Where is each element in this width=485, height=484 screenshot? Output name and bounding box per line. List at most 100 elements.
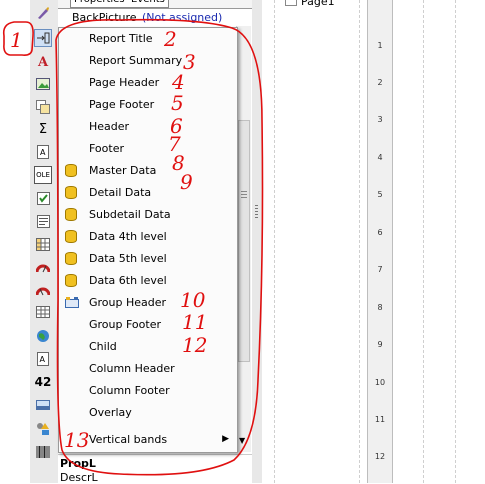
menu-item-data-6th-level[interactable]: Data 6th level <box>59 270 237 292</box>
ruler-tick: 3 <box>377 115 383 124</box>
linear-gauge-icon[interactable] <box>34 281 52 299</box>
rich-text-icon[interactable] <box>34 212 52 230</box>
menu-item-overlay[interactable]: Overlay <box>59 402 237 424</box>
menu-item-data-4th-level[interactable]: Data 4th level <box>59 226 237 248</box>
menu-item-label: Detail Data <box>89 186 152 199</box>
menu-item-label: Page Footer <box>89 98 155 111</box>
cross-tab-icon[interactable] <box>34 235 52 253</box>
menu-item-label: Data 5th level <box>89 252 167 265</box>
menu-item-label: Master Data <box>89 164 157 177</box>
menu-item-label: Report Title <box>89 32 153 45</box>
barcode-icon[interactable] <box>34 443 52 461</box>
menu-item-footer[interactable]: Footer <box>59 138 237 160</box>
ruler-tick: 6 <box>377 228 383 237</box>
tab-events[interactable]: Events <box>128 0 169 8</box>
menu-item-label: Data 4th level <box>89 230 167 243</box>
map-object-icon[interactable] <box>34 327 52 345</box>
menu-item-label: Overlay <box>89 406 132 419</box>
menu-item-header[interactable]: Header <box>59 116 237 138</box>
object-toolbar: A Σ A OLE A 42 <box>30 0 59 483</box>
description-title: PropL <box>60 457 96 470</box>
annotation-number: 9 <box>180 170 193 194</box>
subreport-icon[interactable] <box>34 98 52 116</box>
annotation-number: 1 <box>10 28 23 52</box>
menu-item-child[interactable]: Child <box>59 336 237 358</box>
scroll-down-icon[interactable]: ▼ <box>239 436 245 445</box>
database-icon <box>65 274 77 287</box>
database-icon <box>65 208 77 221</box>
annotation-number: 5 <box>171 91 184 115</box>
system-text-icon[interactable]: A <box>34 143 52 161</box>
ruler-tick: 9 <box>377 340 383 349</box>
ruler-tick: 4 <box>377 153 383 162</box>
insert-band-icon[interactable] <box>34 29 52 47</box>
menu-item-column-footer[interactable]: Column Footer <box>59 380 237 402</box>
menu-item-label: Column Header <box>89 362 175 375</box>
picture-object-icon[interactable] <box>34 75 52 93</box>
annotation-number: 12 <box>182 333 208 357</box>
annotation-number: 2 <box>164 27 177 51</box>
menu-item-label: Header <box>89 120 130 133</box>
property-row[interactable]: BackPicture (Not assigned) <box>58 9 252 25</box>
database-icon <box>65 164 77 177</box>
zip-code-icon[interactable]: A <box>34 350 52 368</box>
menu-item-label: Subdetail Data <box>89 208 171 221</box>
gauge-icon[interactable] <box>34 258 52 276</box>
database-icon <box>65 230 77 243</box>
table-object-icon[interactable] <box>34 303 52 321</box>
annotation-number: 10 <box>180 288 206 312</box>
checkbox-object-icon[interactable] <box>34 189 52 207</box>
annotation-number: 11 <box>182 310 208 334</box>
svg-text:A: A <box>40 148 46 157</box>
page-node-label: Page1 <box>301 0 335 8</box>
description-panel: PropL DescrL <box>58 454 252 484</box>
ruler-tick: 2 <box>377 78 383 87</box>
page-tree-node[interactable]: Page1 <box>285 0 335 8</box>
menu-item-group-header[interactable]: Group Header <box>59 292 237 314</box>
menu-item-label: Report Summary <box>89 54 183 67</box>
pointer-tool-icon[interactable] <box>34 4 52 22</box>
ole-object-icon[interactable]: OLE <box>34 166 52 184</box>
barcode-2d-icon[interactable]: 42 <box>34 373 52 391</box>
annotation-number: 13 <box>64 428 90 452</box>
shapes-icon[interactable] <box>34 420 52 438</box>
menu-item-report-title[interactable]: Report Title <box>59 28 237 50</box>
property-value[interactable]: (Not assigned) <box>142 11 222 24</box>
ruler-tick: 7 <box>377 265 383 274</box>
menu-item-label: Group Header <box>89 296 167 309</box>
menu-item-data-5th-level[interactable]: Data 5th level <box>59 248 237 270</box>
menu-item-page-footer[interactable]: Page Footer <box>59 94 237 116</box>
menu-item-subdetail-data[interactable]: Subdetail Data <box>59 204 237 226</box>
inspector-tabs: Properties Events <box>58 0 252 9</box>
sum-icon[interactable]: Σ <box>34 120 52 138</box>
menu-item-label: Page Header <box>89 76 160 89</box>
menu-item-label: Footer <box>89 142 124 155</box>
database-icon <box>65 252 77 265</box>
group-header-icon <box>65 296 79 309</box>
menu-item-label: Vertical bands <box>89 433 168 446</box>
menu-item-report-summary[interactable]: Report Summary <box>59 50 237 72</box>
menu-item-label: Group Footer <box>89 318 161 331</box>
ruler-tick: 8 <box>377 303 383 312</box>
ruler-tick: 12 <box>374 452 386 461</box>
ruler-tick: 11 <box>374 415 386 424</box>
menu-item-group-footer[interactable]: Group Footer <box>59 314 237 336</box>
ruler-tick: 10 <box>374 378 386 387</box>
text-object-icon[interactable]: A <box>34 53 52 71</box>
annotation-number: 3 <box>183 50 196 74</box>
menu-item-page-header[interactable]: Page Header <box>59 72 237 94</box>
menu-item-label: Data 6th level <box>89 274 167 287</box>
vertical-ruler: 1 2 3 4 5 6 7 8 9 10 11 12 <box>367 0 393 483</box>
ruler-tick: 5 <box>377 190 383 199</box>
insert-band-menu: Report Title Report Summary Page Header Pag… <box>58 27 238 453</box>
line-object-icon[interactable] <box>34 396 52 414</box>
scrollbar-thumb[interactable] <box>238 120 250 362</box>
menu-item-detail-data[interactable]: Detail Data <box>59 182 237 204</box>
menu-item-master-data[interactable]: Master Data <box>59 160 237 182</box>
tab-properties[interactable]: Properties <box>70 0 129 8</box>
menu-item-column-header[interactable]: Column Header <box>59 358 237 380</box>
left-margin <box>0 0 30 483</box>
svg-text:A: A <box>40 355 46 364</box>
submenu-arrow-icon: ▶ <box>222 434 229 444</box>
menu-item-label: Child <box>89 340 117 353</box>
